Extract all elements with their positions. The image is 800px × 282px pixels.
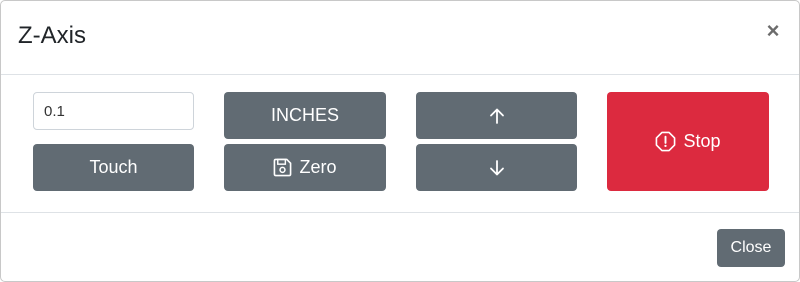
touch-button[interactable]: Touch xyxy=(33,144,194,191)
close-button-label: Close xyxy=(730,239,772,256)
stop-button[interactable]: Stop xyxy=(607,92,769,191)
touch-button-label: Touch xyxy=(89,157,138,177)
floppy-disk-icon xyxy=(273,158,292,177)
close-x-icon[interactable]: × xyxy=(763,19,783,43)
dialog-title: Z-Axis xyxy=(18,22,86,49)
close-button[interactable]: Close xyxy=(717,229,785,267)
stop-button-label: Stop xyxy=(683,131,721,151)
arrow-up-icon xyxy=(488,107,506,125)
dialog-header: Z-Axis × xyxy=(1,1,799,75)
step-input[interactable] xyxy=(33,92,194,130)
units-button-label: INCHES xyxy=(270,105,339,125)
zero-button[interactable]: Zero xyxy=(224,144,386,191)
stop-octagon-icon xyxy=(655,131,676,152)
arrow-down-icon xyxy=(488,159,506,177)
units-button[interactable]: INCHES xyxy=(224,92,386,139)
zero-button-label: Zero xyxy=(299,157,337,177)
z-down-button[interactable] xyxy=(416,144,577,191)
dialog-body: Touch INCHES Zero xyxy=(1,75,799,213)
z-axis-dialog: Z-Axis × Touch INCHES Zero xyxy=(0,0,800,282)
z-up-button[interactable] xyxy=(416,92,577,139)
